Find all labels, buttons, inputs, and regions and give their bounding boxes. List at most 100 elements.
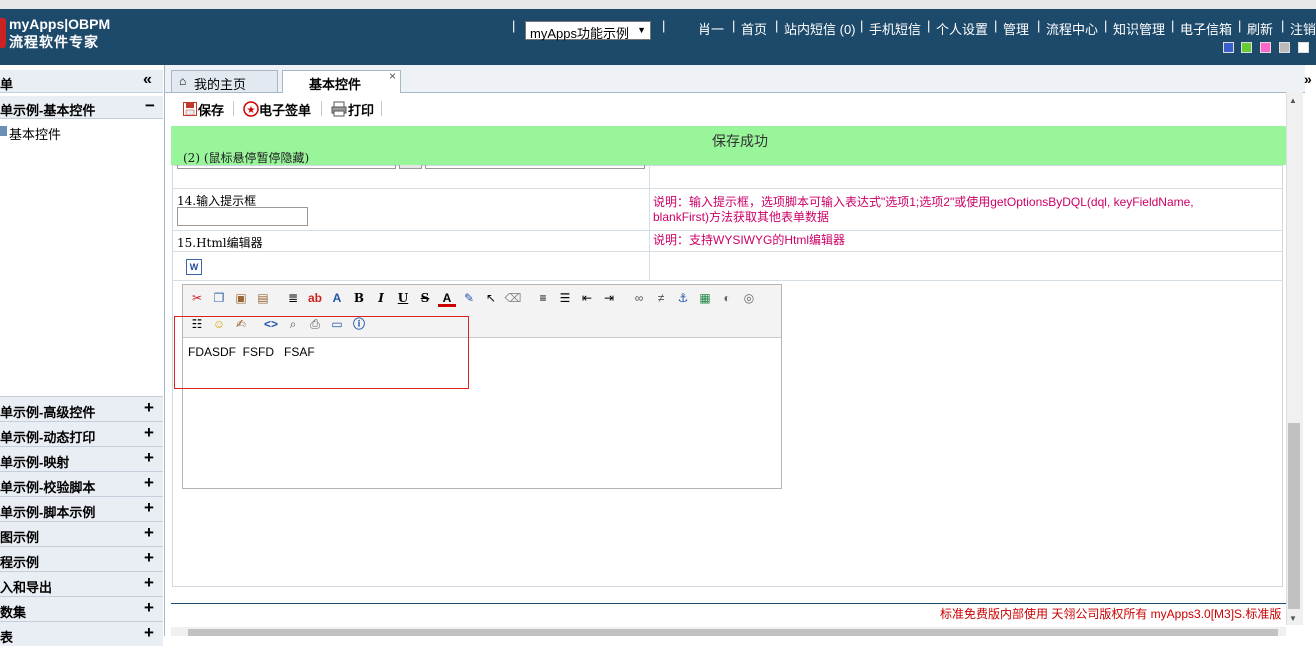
align-icon[interactable]: ≡ <box>534 289 552 307</box>
svg-text:★: ★ <box>247 105 256 116</box>
site-message-link[interactable]: 站内短信 (0) <box>784 19 856 38</box>
sms-link[interactable]: 手机短信 <box>869 19 921 38</box>
list-icon[interactable]: ☰ <box>556 289 574 307</box>
theme-gray-swatch[interactable] <box>1279 42 1290 53</box>
italic-icon[interactable]: I <box>372 289 390 307</box>
horizontal-scroll-thumb[interactable] <box>188 629 1278 636</box>
toolbar-divider <box>381 101 382 116</box>
expand-icon[interactable]: + <box>144 598 154 618</box>
highlight-box <box>174 316 469 389</box>
indent-icon[interactable]: ⇥ <box>600 289 618 307</box>
format-icon[interactable]: ≣ <box>284 289 302 307</box>
scroll-down-icon[interactable]: ▼ <box>1289 614 1297 623</box>
vertical-scroll-thumb[interactable] <box>1288 423 1300 609</box>
sidebar-section-advanced[interactable]: 单示例-高级控件 + <box>0 396 163 421</box>
expand-icon[interactable]: + <box>144 448 154 468</box>
theme-blue-swatch[interactable] <box>1223 42 1234 53</box>
highlight-icon[interactable]: ✎ <box>460 289 478 307</box>
sidebar-section-label: 单示例-动态打印 <box>0 430 96 445</box>
home-icon: ⌂ <box>179 74 187 88</box>
collapse-section-icon[interactable]: − <box>145 96 155 116</box>
sidebar-item-basic-controls[interactable]: 基本控件 <box>9 124 61 143</box>
toolbar-divider <box>321 101 322 116</box>
logo-subtitle: 流程软件专家 <box>9 34 99 50</box>
expand-icon[interactable]: + <box>144 423 154 443</box>
sidebar-section-label: 程示例 <box>0 555 40 570</box>
outdent-icon[interactable]: ⇤ <box>578 289 596 307</box>
expand-icon[interactable]: + <box>144 548 154 568</box>
image-icon[interactable]: ▦ <box>696 289 714 307</box>
tab-home-label[interactable]: 我的主页 <box>194 74 246 93</box>
expand-icon[interactable]: + <box>144 498 154 518</box>
field-label-html-editor: 15.Html编辑器 <box>177 236 263 250</box>
print-icon <box>331 101 347 117</box>
eraser-icon[interactable]: ⌫ <box>504 289 522 307</box>
user-name-link[interactable]: 肖一 <box>698 19 724 38</box>
sidebar-section-validation[interactable]: 单示例-校验脚本 + <box>0 471 163 496</box>
theme-pink-swatch[interactable] <box>1260 42 1271 53</box>
media-icon[interactable]: ◎ <box>740 289 758 307</box>
home-link[interactable]: 首页 <box>741 19 767 38</box>
chevron-right-icon[interactable]: » <box>1304 71 1312 87</box>
sidebar-section-flow[interactable]: 程示例 + <box>0 546 163 571</box>
font-size-icon[interactable]: A <box>328 289 346 307</box>
scroll-up-icon[interactable]: ▲ <box>1289 96 1297 105</box>
sidebar-section-label[interactable]: 单示例-基本控件 <box>0 100 95 119</box>
save-icon <box>183 102 197 116</box>
expand-icon[interactable]: + <box>144 573 154 593</box>
header-divider: | <box>994 18 998 33</box>
sidebar-section-script[interactable]: 单示例-脚本示例 + <box>0 496 163 521</box>
strike-icon[interactable]: S <box>416 289 434 307</box>
workflow-center-link[interactable]: 流程中心 <box>1046 19 1098 38</box>
select-icon[interactable]: ↖ <box>482 289 500 307</box>
admin-link[interactable]: 管理 <box>1003 19 1029 38</box>
email-link[interactable]: 电子信箱 <box>1180 19 1232 38</box>
font-color-icon[interactable]: A <box>438 289 456 307</box>
app-select-dropdown[interactable]: myApps功能示例 ▼ <box>525 21 651 41</box>
copy-icon[interactable]: ❐ <box>210 289 228 307</box>
logout-link[interactable]: 注销 <box>1290 19 1316 38</box>
word-import-icon[interactable]: W <box>186 259 202 275</box>
print-button[interactable]: 打印 <box>348 100 374 119</box>
header-divider: | <box>1281 18 1285 33</box>
settings-link[interactable]: 个人设置 <box>936 19 988 38</box>
e-sign-button[interactable]: 电子签单 <box>259 100 311 119</box>
theme-white-swatch[interactable] <box>1298 42 1309 53</box>
style-icon[interactable]: ab <box>306 289 324 307</box>
paste-icon[interactable]: ▣ <box>232 289 250 307</box>
sidebar-section-view[interactable]: 图示例 + <box>0 521 163 546</box>
header-divider: | <box>662 18 666 33</box>
expand-icon[interactable]: + <box>144 623 154 643</box>
anchor-icon[interactable]: ⚓ <box>674 289 692 307</box>
input-hint-field[interactable] <box>177 207 308 226</box>
sidebar-section-label: 单示例-校验脚本 <box>0 480 96 495</box>
sidebar-section-report[interactable]: 表 + <box>0 621 163 646</box>
header-divider: | <box>1037 18 1041 33</box>
sidebar-section-import-export[interactable]: 入和导出 + <box>0 571 163 596</box>
header-divider: | <box>775 18 779 33</box>
expand-icon[interactable]: + <box>144 523 154 543</box>
sidebar-section-label: 单示例-映射 <box>0 455 70 470</box>
theme-green-swatch[interactable] <box>1241 42 1252 53</box>
sidebar-section-label: 图示例 <box>0 530 40 545</box>
paste-text-icon[interactable]: ▤ <box>254 289 272 307</box>
underline-icon[interactable]: U <box>394 289 412 307</box>
flash-icon[interactable]: ◐ <box>718 289 736 307</box>
bold-icon[interactable]: B <box>350 289 368 307</box>
sidebar-section-dataset[interactable]: 数集 + <box>0 596 163 621</box>
collapse-sidebar-icon[interactable]: « <box>143 71 152 89</box>
row-divider <box>172 230 1283 231</box>
close-icon[interactable]: × <box>389 69 396 83</box>
unlink-icon[interactable]: ≠ <box>652 289 670 307</box>
expand-icon[interactable]: + <box>144 398 154 418</box>
sidebar-section-dynamic-print[interactable]: 单示例-动态打印 + <box>0 421 163 446</box>
cut-icon[interactable]: ✂ <box>188 289 206 307</box>
header-divider: | <box>1238 18 1242 33</box>
save-button[interactable]: 保存 <box>198 100 224 119</box>
refresh-link[interactable]: 刷新 <box>1247 19 1273 38</box>
link-icon[interactable]: ∞ <box>630 289 648 307</box>
sidebar-section-mapping[interactable]: 单示例-映射 + <box>0 446 163 471</box>
expand-icon[interactable]: + <box>144 473 154 493</box>
tab-basic-controls-label[interactable]: 基本控件 <box>309 74 361 93</box>
knowledge-link[interactable]: 知识管理 <box>1113 19 1165 38</box>
